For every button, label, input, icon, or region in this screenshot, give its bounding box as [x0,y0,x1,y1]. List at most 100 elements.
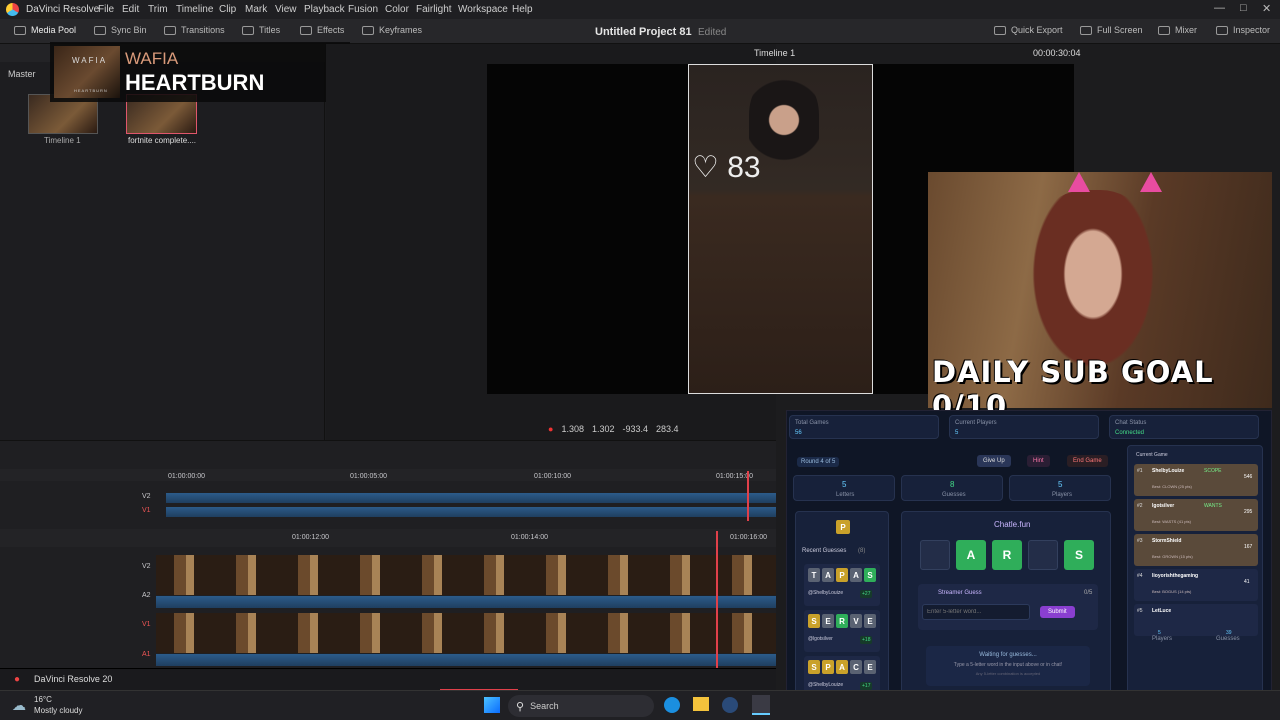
menu-playback[interactable]: Playback [304,4,345,15]
current-game-title: Current Game [1136,452,1168,458]
ruler-bottom-tc-1: 01:00:14:00 [511,534,548,541]
steam-icon[interactable] [722,697,738,713]
heart-count: 83 [727,151,761,184]
edge-icon[interactable] [664,697,680,713]
player-name: LetLuce [1152,608,1172,614]
bin-master[interactable]: Master [8,69,36,79]
ruler-bottom-tc-2: 01:00:16:00 [730,534,767,541]
menu-trim[interactable]: Trim [148,4,168,15]
project-title: Untitled Project 81 [595,26,692,38]
menu-mark[interactable]: Mark [245,4,267,15]
player-list: #1 ShelbyLouize SCOPE 546 Best: CLOWN (25 pt… [1134,464,1258,639]
menu-clip[interactable]: Clip [219,4,236,15]
zoom-x-value[interactable]: 1.308 [561,424,584,434]
record-dot-icon: ● [548,424,554,434]
project-status: Edited [698,27,727,38]
position-x-value[interactable]: -933.4 [623,424,649,434]
effects-button[interactable]: Effects [300,25,344,35]
current-game-panel: Current Game #1 ShelbyLouize SCOPE 546 Best:… [1127,445,1263,715]
guess-points: +27 [860,590,873,598]
menu-timeline[interactable]: Timeline [176,4,213,15]
footer-players-label: Players [1152,636,1173,642]
video-clip-v1[interactable] [156,613,776,653]
menu-fairlight[interactable]: Fairlight [416,4,452,15]
keyframes-button[interactable]: Keyframes [362,25,422,35]
guess-username: @ShelbyLouize [808,590,844,596]
media-pool-button[interactable]: Media Pool [14,25,76,35]
track-label-v2: V2 [142,563,151,570]
player-name: lioyorishthegaming [1152,573,1199,579]
stat-label: Total Games [795,420,829,426]
zoom-y-value[interactable]: 1.302 [592,424,615,434]
transitions-button[interactable]: Transitions [164,25,225,35]
end-game-button[interactable]: End Game [1067,455,1108,467]
minimize-icon[interactable]: — [1214,2,1225,14]
give-up-button[interactable]: Give Up [977,455,1011,467]
weather-temp[interactable]: 16°C [34,695,52,704]
info-label: Players [1052,492,1073,498]
heart-icon: ♡ [692,151,719,184]
audio-clip-a2[interactable] [156,596,776,608]
mini-track-v2[interactable] [166,493,776,503]
guess-input[interactable] [922,604,1030,620]
inspector-button[interactable]: Inspector [1216,25,1270,35]
titles-button[interactable]: Titles [242,25,280,35]
submit-button[interactable]: Submit [1040,606,1075,618]
player-name: ShelbyLouize [1152,468,1185,474]
menu-fusion[interactable]: Fusion [348,4,378,15]
keyframes-label: Keyframes [379,25,423,35]
inspector-icon [1216,25,1228,35]
stat-label: Current Players [955,420,997,426]
playhead[interactable] [716,531,718,669]
guess-letter-tile: R [836,614,848,628]
recent-guesses-title: Recent Guesses [802,548,847,554]
viewer-timecode: 00:00:30:04 [1033,48,1081,58]
guess-points: +18 [860,636,873,644]
quick-export-button[interactable]: Quick Export [994,25,1063,35]
album-art: WAFIA HEARTBURN [54,46,120,98]
page-tab-edit[interactable] [440,669,518,691]
stat-label: Chat Status [1115,420,1147,426]
taskbar-search[interactable]: ⚲ Search [508,695,654,717]
maximize-icon[interactable]: □ [1240,2,1247,14]
close-icon[interactable]: ✕ [1262,2,1271,15]
windows-start-icon[interactable] [484,697,500,713]
mixer-button[interactable]: Mixer [1158,25,1197,35]
letter-board: AR S [920,540,1094,570]
file-explorer-icon[interactable] [693,697,709,711]
mini-track-v1[interactable] [166,507,776,517]
upper-ruler [0,469,776,481]
player-row: #1 ShelbyLouize SCOPE 546 Best: CLOWN (25 pt… [1134,464,1258,496]
mixer-icon [1158,25,1170,35]
hint-letter-tile: P [836,520,850,534]
sync-bin-icon [94,25,106,35]
video-clip-v2[interactable] [156,555,776,595]
menu-view[interactable]: View [275,4,297,15]
heart-counter: ♡ 83 [692,150,761,185]
video-preview [688,64,873,394]
full-screen-button[interactable]: Full Screen [1080,25,1143,35]
sync-bin-button[interactable]: Sync Bin [94,25,147,35]
menu-help[interactable]: Help [512,4,533,15]
guess-letter-tile: V [850,614,862,628]
transitions-label: Transitions [181,25,225,35]
guess-username: @lgotsilver [808,636,833,642]
weather-desc[interactable]: Mostly cloudy [34,706,82,715]
now-playing-song: HEARTBURN [125,70,265,95]
transform-readout: ● 1.308 1.302 -933.4 283.4 [548,424,679,434]
menu-workspace[interactable]: Workspace [458,4,508,15]
menu-color[interactable]: Color [385,4,409,15]
davinci-taskbar-icon[interactable] [752,695,770,715]
mini-playhead[interactable] [747,471,749,521]
audio-clip-a1[interactable] [156,654,776,666]
stat-total-games: Total Games 56 [789,415,939,439]
hint-button[interactable]: Hint [1027,455,1050,467]
menu-edit[interactable]: Edit [122,4,139,15]
media-pool-panel: Master Timeline 1 fortnite complete.... [0,44,325,440]
menu-file[interactable]: File [98,4,114,15]
position-y-value[interactable]: 283.4 [656,424,679,434]
viewer-timeline-name[interactable]: Timeline 1 [754,48,795,58]
now-playing-artist: WAFIA [125,49,179,68]
game-board-panel: Chatle.fun AR S Streamer Guess 0/5 Submit… [901,511,1111,711]
guess-letter-tile: P [822,660,834,674]
